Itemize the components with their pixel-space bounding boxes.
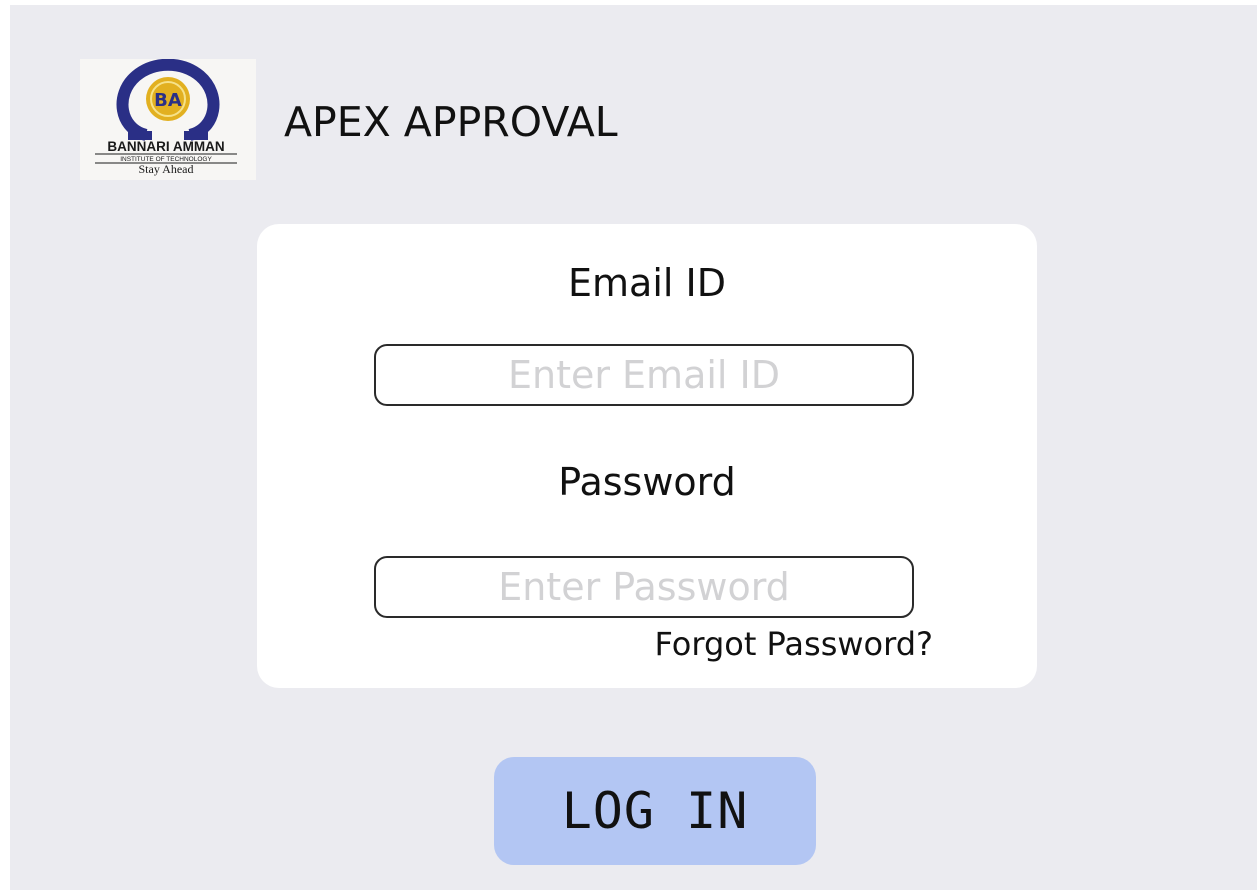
logo-institute-name: BANNARI AMMAN [107, 139, 224, 154]
forgot-password-link[interactable]: Forgot Password? [655, 625, 934, 663]
login-page: BA BANNARI AMMAN INSTITUTE OF TECHNOLOGY… [10, 5, 1257, 890]
login-button[interactable]: LOG IN [494, 757, 816, 865]
email-label: Email ID [568, 261, 726, 305]
login-card: Email ID Password Forgot Password? [257, 224, 1037, 688]
institute-logo-icon: BA BANNARI AMMAN INSTITUTE OF TECHNOLOGY… [95, 59, 237, 176]
logo-tagline: Stay Ahead [139, 162, 194, 176]
app-title: APEX APPROVAL [284, 98, 618, 146]
password-input[interactable] [374, 556, 914, 618]
email-input[interactable] [374, 344, 914, 406]
logo-monogram: BA [154, 90, 182, 111]
password-label: Password [558, 460, 736, 504]
institute-logo: BA BANNARI AMMAN INSTITUTE OF TECHNOLOGY… [80, 59, 256, 180]
